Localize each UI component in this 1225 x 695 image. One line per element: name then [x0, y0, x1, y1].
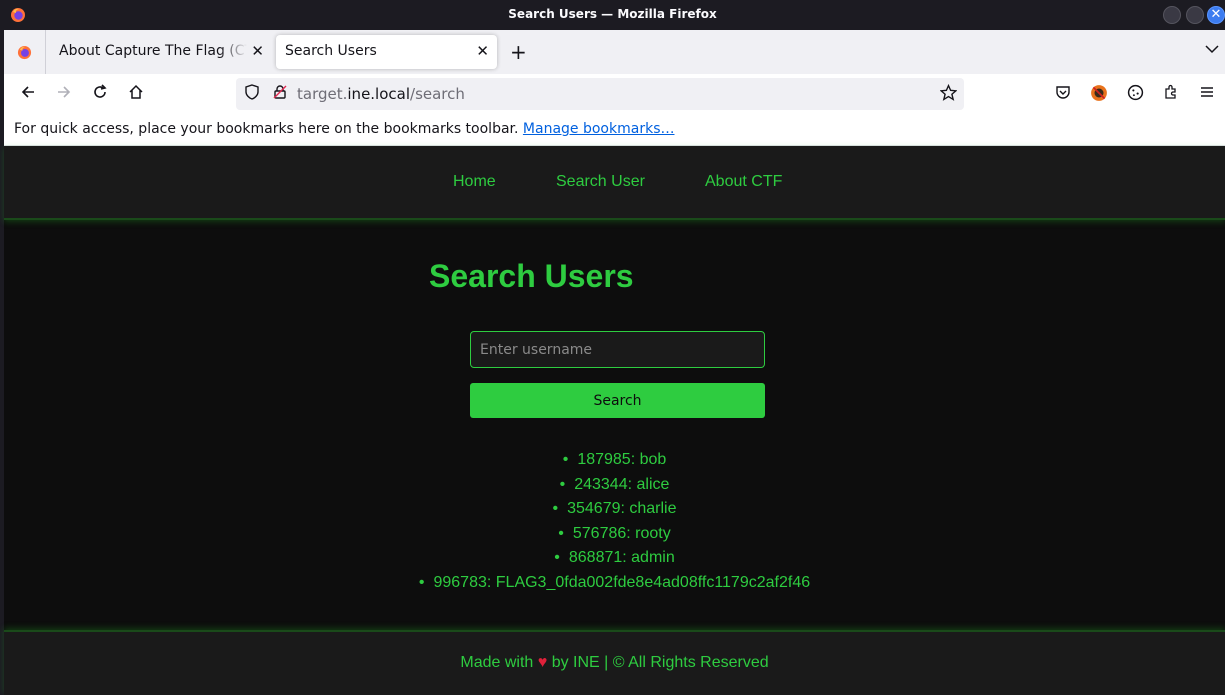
manage-bookmarks-link[interactable]: Manage bookmarks… [523, 121, 675, 137]
footer-text: Made with ♥ by INE | © All Rights Reserv… [460, 654, 769, 671]
tab-label: Search Users [285, 43, 377, 59]
new-tab-button[interactable]: + [510, 40, 527, 64]
list-all-tabs-chevron-down-icon[interactable] [1205, 42, 1219, 58]
maximize-button[interactable] [1186, 6, 1204, 24]
site-header-nav: Home Search User About CTF [4, 146, 1225, 220]
close-window-button[interactable]: ✕ [1207, 6, 1225, 24]
minimize-button[interactable] [1163, 6, 1181, 24]
list-item: 868871: admin [4, 546, 1225, 571]
list-item: 354679: charlie [4, 497, 1225, 522]
search-results-list: 187985: bob 243344: alice 354679: charli… [4, 448, 1225, 595]
home-icon[interactable] [126, 84, 146, 104]
bookmarks-hint: For quick access, place your bookmarks h… [14, 121, 675, 137]
list-item: 996783: FLAG3_0fda002fde8e4ad08ffc1179c2… [4, 571, 1225, 596]
close-tab-icon[interactable]: ✕ [251, 42, 264, 60]
back-arrow-icon[interactable] [18, 84, 38, 104]
list-item: 243344: alice [4, 473, 1225, 498]
page-title: Search Users [429, 258, 634, 294]
tab-search-users[interactable]: Search Users ✕ [276, 35, 497, 69]
url-bar[interactable]: target.ine.local/search [236, 78, 964, 110]
pocket-icon[interactable] [1053, 84, 1073, 104]
window-title: Search Users — Mozilla Firefox [508, 7, 717, 21]
nav-link-home[interactable]: Home [453, 173, 496, 191]
window-titlebar: Search Users — Mozilla Firefox ✕ [0, 0, 1225, 30]
nav-link-about-ctf[interactable]: About CTF [705, 173, 782, 191]
cookie-icon[interactable] [1125, 84, 1145, 104]
web-page: Home Search User About CTF Search Users … [4, 146, 1225, 695]
tab-strip: About Capture The Flag (CTF) ✕ Search Us… [4, 30, 1225, 74]
extension-badge-icon[interactable] [1089, 84, 1109, 104]
tracking-protection-shield-icon[interactable] [242, 84, 262, 104]
bookmarks-toolbar: For quick access, place your bookmarks h… [4, 114, 1225, 146]
reload-icon[interactable] [90, 84, 110, 104]
extensions-puzzle-icon[interactable] [1161, 84, 1181, 104]
url-text[interactable]: target.ine.local/search [297, 85, 465, 103]
tab-label: About Capture The Flag (CTF) [59, 43, 247, 59]
heart-icon: ♥ [537, 654, 548, 671]
search-button[interactable]: Search [470, 383, 765, 418]
list-item: 187985: bob [4, 448, 1225, 473]
insecure-lock-icon[interactable] [270, 84, 290, 104]
nav-link-search-user[interactable]: Search User [556, 173, 645, 191]
firefox-view-button[interactable] [4, 30, 46, 74]
hamburger-menu-icon[interactable] [1197, 84, 1217, 104]
site-footer: Made with ♥ by INE | © All Rights Reserv… [4, 630, 1225, 695]
navigation-toolbar: target.ine.local/search [4, 74, 1225, 114]
tab-about-ctf[interactable]: About Capture The Flag (CTF) ✕ [50, 35, 272, 69]
close-tab-icon[interactable]: ✕ [476, 42, 489, 60]
firefox-icon [17, 45, 32, 60]
username-search-input[interactable] [470, 331, 765, 368]
forward-arrow-icon[interactable] [54, 84, 74, 104]
list-item: 576786: rooty [4, 522, 1225, 547]
bookmark-star-icon[interactable] [938, 83, 958, 104]
